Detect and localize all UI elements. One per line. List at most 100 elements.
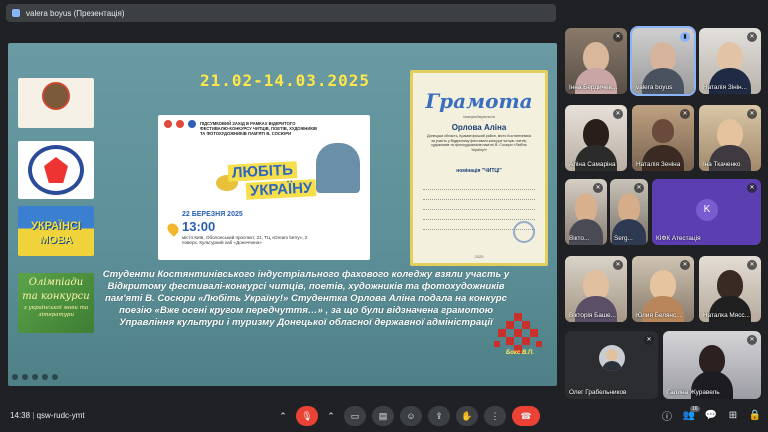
participant-tile[interactable]: ✕ Наталія Зінін...: [699, 28, 761, 94]
participant-tile[interactable]: K ✕ КІФК Атестація: [652, 179, 761, 245]
participant-name: Serg...: [614, 235, 633, 242]
participant-tile[interactable]: ✕ Інна Бердичев...: [565, 28, 627, 94]
presenter-banner[interactable]: valera boyus (Презентація): [6, 4, 556, 22]
logo-icon: [164, 120, 172, 128]
participant-name: Наталія Зінін...: [703, 84, 747, 91]
avatar-body: [602, 361, 622, 371]
mic-off-icon: ✕: [680, 109, 690, 119]
olymp-logo-line3: з української мови та літератури: [23, 305, 89, 318]
mic-off-icon: ✕: [634, 183, 644, 193]
certificate-issuer: [413, 76, 545, 86]
camera-toggle-button[interactable]: ▭: [344, 406, 366, 426]
participant-tile[interactable]: ✕ Аліна Самаріна: [565, 105, 627, 171]
participant-name: Вікторія Баше...: [569, 312, 616, 319]
chat-icon[interactable]: 💬: [704, 410, 718, 421]
mic-off-icon: ✕: [680, 260, 690, 270]
participant-face: [652, 119, 674, 143]
participant-name: valera boyus: [636, 84, 673, 91]
participant-name: Наталка Мясс...: [703, 312, 750, 319]
slide-prev-icon[interactable]: [12, 374, 18, 380]
captions-button[interactable]: ▤: [372, 406, 394, 426]
poster-address: місто Київ, Оболонський проспект, 21, ТЦ…: [182, 235, 308, 246]
participant-tile[interactable]: ✕ Serg...: [610, 179, 648, 245]
participant-tile[interactable]: ✕ Іна Ткаченко: [699, 105, 761, 171]
slide-next-icon[interactable]: [52, 374, 58, 380]
camera-options-button[interactable]: ⌃: [324, 406, 338, 426]
poster-logos: [164, 120, 196, 128]
participant-name: Аліна Самаріна: [569, 161, 616, 168]
shared-presentation[interactable]: 21.02-14.03.2025 УКРАЇНСІ МОВА Олімпіади…: [8, 43, 557, 386]
slide-date-range: 21.02-14.03.2025: [199, 71, 371, 90]
certificate-name: Орлова Аліна: [451, 123, 507, 132]
participant-name: Юлия Белянс...: [636, 312, 682, 319]
more-options-button[interactable]: ⋮: [484, 406, 506, 426]
certificate-awarded: нагороджується: [463, 114, 495, 119]
olymp-logo-line2: та конкурси: [22, 291, 90, 302]
present-button[interactable]: ⇪: [428, 406, 450, 426]
raise-hand-button[interactable]: ✋: [456, 406, 478, 426]
participant-avatar: [599, 345, 625, 371]
mic-toggle-button[interactable]: 🎙: [296, 406, 318, 426]
festival-poster: ПІДСУМКОВИЙ ЗАХІД В РАМКАХ ВІДКРИТОГО ФЕ…: [158, 115, 370, 260]
host-controls-icon[interactable]: 🔒: [748, 410, 762, 421]
signature-line: [423, 189, 535, 191]
mic-off-icon: ✕: [747, 32, 757, 42]
participant-tile[interactable]: ✕ Галина Журавель: [663, 331, 761, 399]
certificate-title: Грамота: [425, 89, 533, 113]
top-bar: valera boyus (Презентація): [0, 0, 768, 26]
poster-date: 22 БЕРЕЗНЯ 2025: [182, 211, 243, 218]
participant-tile[interactable]: ✕ Олег Грабельников: [565, 331, 658, 399]
poster-title-line1: ЛЮБІТЬ: [227, 161, 298, 182]
participant-name: Галина Журавель: [667, 389, 720, 396]
call-controls: ⌃ 🎙 ⌃ ▭ ▤ ☺ ⇪ ✋ ⋮ ☎: [276, 406, 540, 426]
participant-avatar: K: [696, 199, 718, 221]
meeting-info: 14:38 | qsw-rudc-ymt: [10, 411, 85, 420]
participant-tile[interactable]: ▮ valera boyus: [630, 26, 696, 96]
participant-tile[interactable]: ✕ Вікто...: [565, 179, 607, 245]
avatar-face: [606, 349, 618, 361]
slide-tools: [12, 374, 58, 380]
participant-name: КІФК Атестація: [656, 235, 701, 242]
poet-portrait: [42, 82, 70, 110]
participant-tile[interactable]: ✕ Наталка Мясс...: [699, 256, 761, 322]
participant-name: Інна Бердичев...: [569, 84, 618, 91]
slide-search-icon[interactable]: [32, 374, 38, 380]
poster-portrait: [316, 143, 360, 193]
olymp-logo-line1: Олімпіади: [28, 277, 84, 288]
participant-tile[interactable]: ✕ Наталія Зеніна: [632, 105, 694, 171]
certificate-body: Донецька область, Краматорський район, м…: [427, 134, 531, 152]
mic-off-icon: ✕: [613, 260, 623, 270]
info-icon[interactable]: ⓘ: [660, 408, 674, 423]
ukr-logo-line1: УКРАЇНСІ: [31, 220, 81, 232]
certificate-nomination: номінація "ЧИТЦІ": [456, 168, 502, 174]
speaking-icon: ▮: [680, 32, 690, 42]
participant-count-badge: 16: [690, 406, 700, 412]
college-emblem-logo: [18, 141, 94, 199]
slide-pen-icon[interactable]: [22, 374, 28, 380]
certificate-year: 2025: [474, 254, 484, 259]
logo-icon: [176, 120, 184, 128]
mic-options-button[interactable]: ⌃: [276, 406, 290, 426]
participant-tile[interactable]: ✕ Вікторія Баше...: [565, 256, 627, 322]
certificate-image: Грамота нагороджується Орлова Аліна Доне…: [410, 70, 548, 266]
participant-name: Вікто...: [569, 235, 590, 242]
signature-line: [423, 199, 535, 201]
mic-off-icon: ✕: [644, 335, 654, 345]
ukr-logo-line2: МОВА: [39, 234, 73, 246]
poster-header: ПІДСУМКОВИЙ ЗАХІД В РАМКАХ ВІДКРИТОГО ФЕ…: [200, 121, 318, 136]
people-icon[interactable]: 👥 16: [682, 406, 700, 421]
emoji-button[interactable]: ☺: [400, 406, 422, 426]
mic-off-icon: ✕: [747, 183, 757, 193]
location-pin-icon: [165, 221, 181, 237]
right-controls: ⓘ 👥 16 💬 ⊞ 🔒: [660, 406, 762, 423]
meeting-code: qsw-rudc-ymt: [36, 411, 85, 420]
presenter-label: valera boyus (Презентація): [26, 8, 125, 18]
slide-menu-icon[interactable]: [42, 374, 48, 380]
activities-icon[interactable]: ⊞: [726, 410, 740, 421]
participant-tile[interactable]: ✕ Юлия Белянс...: [632, 256, 694, 322]
end-call-button[interactable]: ☎: [512, 406, 540, 426]
presentation-icon: [12, 9, 20, 17]
mic-off-icon: ✕: [613, 109, 623, 119]
poster-title-line2: УКРАЇНУ: [245, 179, 317, 200]
participant-name: Іна Ткаченко: [703, 161, 741, 168]
